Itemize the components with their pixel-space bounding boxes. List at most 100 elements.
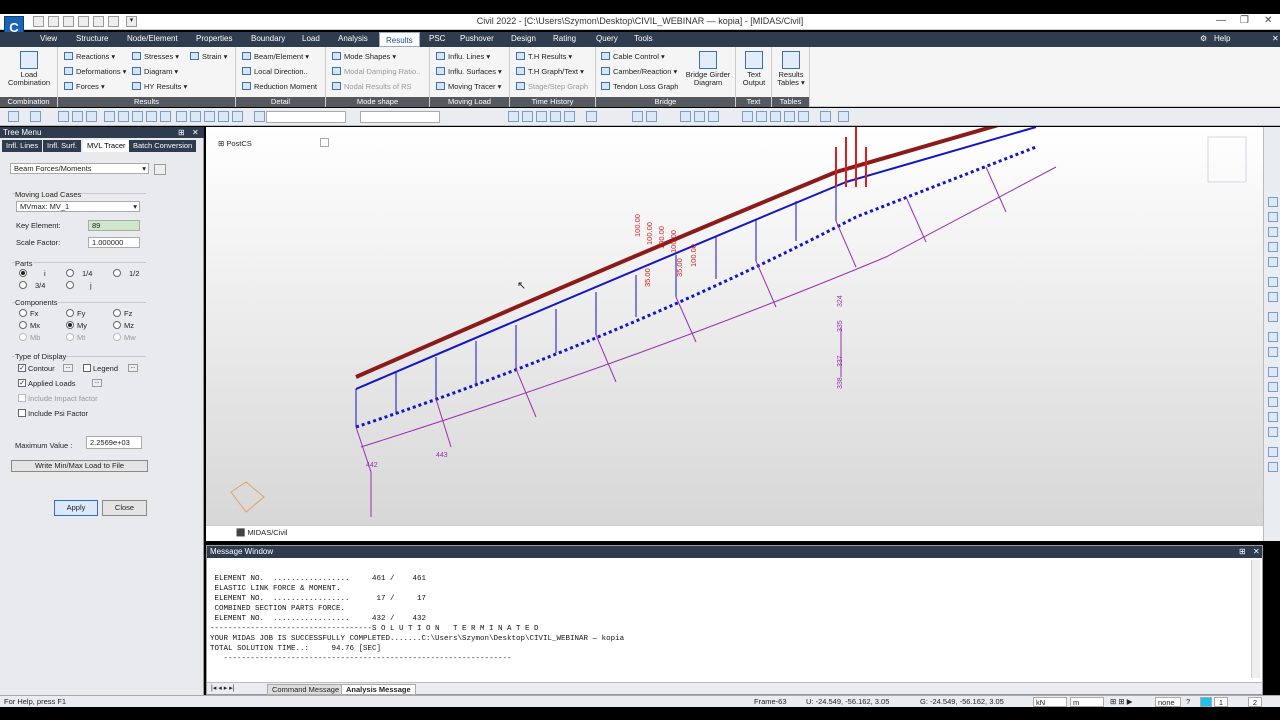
applied-loads-options-button[interactable]: ... [92,379,102,387]
th-results-button[interactable]: T.H Results ▾ [516,52,572,61]
apply-button[interactable]: Apply [54,500,98,516]
menu-tab-rating[interactable]: Rating [553,34,576,43]
activate-icon[interactable] [176,111,187,122]
menu-tab-node-element[interactable]: Node/Element [127,34,178,43]
length-unit-select[interactable]: m [1070,697,1104,707]
contour-checkbox[interactable]: ✓ [18,364,26,372]
nodal-results-rs-button[interactable]: Nodal Results of RS [332,82,412,91]
zoom-window-icon[interactable] [522,111,533,122]
part-i-radio[interactable] [19,269,27,277]
menu-tab-pushover[interactable]: Pushover [460,34,494,43]
component-mx-radio[interactable] [19,321,27,329]
load-combination-button[interactable]: Load Combination [6,51,52,87]
zoom-in-icon[interactable] [1268,197,1278,207]
type-options-button[interactable] [154,164,166,175]
results-tables-button[interactable]: Results Tables ▾ [774,51,808,87]
minimize-icon[interactable]: — [1216,15,1226,26]
pointer-icon[interactable] [254,111,265,122]
stresses-button[interactable]: Stresses ▾ [132,52,179,61]
inactivate-icon[interactable] [190,111,201,122]
cable-control-button[interactable]: Cable Control ▾ [601,52,665,61]
restore-icon[interactable]: ❐ [1240,15,1249,26]
moving-tracer-button[interactable]: Moving Tracer ▾ [436,82,501,91]
top-view-icon[interactable] [784,111,795,122]
tab-batch-conversion[interactable]: Batch Conversion [129,140,197,152]
component-mz-radio[interactable] [113,321,121,329]
tab-mvl-tracer[interactable]: MVL Tracer [83,140,130,152]
tab-infl-lines[interactable]: Infl. Lines [2,140,43,152]
text-output-button[interactable]: Text Output [738,51,770,87]
shade-icon[interactable] [1268,347,1278,357]
reactions-button[interactable]: Reactions ▾ [64,52,115,61]
component-fx-radio[interactable] [19,309,27,317]
ribbon-close-icon[interactable]: ✕ [1272,34,1279,43]
select-previous-icon[interactable] [132,111,143,122]
strain-button[interactable]: Strain ▾ [190,52,227,61]
tab-midas-civil[interactable]: ⬛ MIDAS/Civil [236,528,287,537]
camber-reaction-button[interactable]: Camber/Reaction ▾ [601,67,677,76]
component-fz-radio[interactable] [113,309,121,317]
select-all-icon[interactable] [118,111,129,122]
pin-icon[interactable]: ⊞ [178,127,185,138]
move-icon[interactable] [1268,292,1278,302]
menu-tab-view[interactable]: View [40,34,57,43]
menu-tab-load[interactable]: Load [302,34,320,43]
menu-tab-results[interactable]: Results [379,32,420,47]
part-quarter-radio[interactable] [66,269,74,277]
render-icon[interactable] [1268,332,1278,342]
rotate-side-icon[interactable] [1268,277,1278,287]
tab-infl-surf[interactable]: Infl. Surf. [43,140,82,152]
part-three-quarter-radio[interactable] [19,281,27,289]
print-view-icon[interactable] [1268,412,1278,422]
contour-options-button[interactable]: ... [63,364,73,372]
th-graph-text-button[interactable]: T.H Graph/Text ▾ [516,67,584,76]
part-half-radio[interactable] [113,269,121,277]
component-my-radio[interactable] [66,321,74,329]
model-viewport[interactable]: ⊞ PostCS 100.00 100.00 100.00 100.00 100… [206,127,1263,525]
applied-loads-checkbox[interactable]: ✓ [18,379,26,387]
element-number-icon[interactable] [838,111,849,122]
force-unit-select[interactable]: kN [1033,697,1067,707]
diagram-button[interactable]: Diagram ▾ [132,67,178,76]
pin-icon[interactable]: ⊞ [1239,546,1246,558]
pan-side-icon[interactable] [1268,257,1278,267]
select-window-icon[interactable] [72,111,83,122]
menu-tab-psc[interactable]: PSC [429,34,445,43]
activate-all-icon[interactable] [204,111,215,122]
key-element-input[interactable]: 89 [88,220,140,231]
close-window-icon[interactable]: ✕ [1264,15,1272,26]
zoom-fit-icon[interactable] [508,111,519,122]
view-cube-icon[interactable] [1207,136,1247,183]
menu-tab-properties[interactable]: Properties [196,34,232,43]
part-j-radio[interactable] [66,281,74,289]
legend-options-button[interactable]: ... [128,364,138,372]
beam-element-button[interactable]: Beam/Element ▾ [242,52,309,61]
select-icon[interactable] [58,111,69,122]
modal-damping-ratio-button[interactable]: Modal Damping Ratio.. [332,67,420,76]
front-view-icon[interactable] [756,111,767,122]
snap-icons[interactable]: ⊞ ⊞ ▶ [1110,697,1133,706]
message-scrollbar[interactable] [1251,560,1260,678]
influ-surfaces-button[interactable]: Influ. Surfaces ▾ [436,67,502,76]
hy-results-button[interactable]: HY Results ▾ [132,82,187,91]
scale-factor-input[interactable]: 1.000000 [88,237,140,248]
include-psi-checkbox[interactable] [18,409,26,417]
stage-step-graph-button[interactable]: Stage/Step Graph [516,82,588,91]
tab-analysis-message[interactable]: Analysis Message [341,684,416,695]
legend-checkbox[interactable] [83,364,91,372]
menu-tab-design[interactable]: Design [511,34,536,43]
tab-nav-arrows-icon[interactable]: |◂ ◂ ▸ ▸| [211,684,235,692]
select-identity-icon[interactable] [146,111,157,122]
display-icon[interactable] [1268,312,1278,322]
fit-icon[interactable] [1268,242,1278,252]
right-view-icon[interactable] [798,111,809,122]
unselect-icon[interactable] [104,111,115,122]
active-selector-dropdown[interactable] [266,111,346,123]
forces-button[interactable]: Forces ▾ [64,82,105,91]
regenerate-icon[interactable] [586,111,597,122]
menu-tab-structure[interactable]: Structure [76,34,108,43]
activate-identity-icon[interactable] [218,111,229,122]
write-min-max-button[interactable]: Write Min/Max Load to File [11,460,148,472]
redo-icon[interactable] [30,111,41,122]
snap-grid-icon[interactable] [646,111,657,122]
